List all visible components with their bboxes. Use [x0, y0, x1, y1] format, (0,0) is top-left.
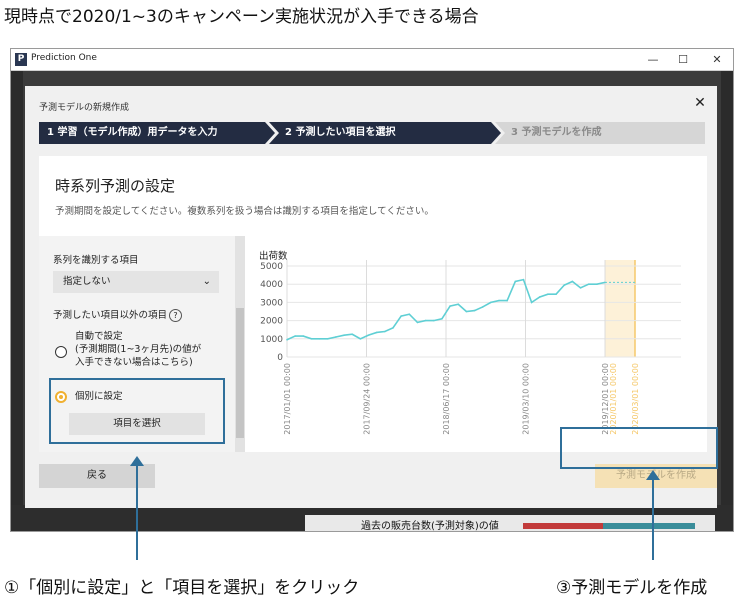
series-point — [465, 310, 468, 313]
step-3-create-model: 3 予測モデルを作成 — [495, 122, 705, 144]
series-id-select-value: 指定しない — [63, 276, 111, 287]
maximize-button[interactable]: ☐ — [671, 51, 695, 68]
dialog-close-icon[interactable]: ✕ — [691, 94, 709, 112]
other-items-label: 予測したい項目以外の項目? — [53, 307, 183, 322]
series-point — [579, 287, 582, 289]
series-point — [498, 299, 500, 302]
background-bottom-text: 過去の販売台数(予測対象)の値 — [361, 521, 499, 532]
y-tick-label: 1000 — [260, 335, 283, 345]
series-point — [530, 301, 533, 304]
y-tick-label: 0 — [277, 353, 283, 363]
series-point — [506, 299, 508, 302]
series-point — [408, 313, 411, 316]
content-panel: 時系列予測の設定 予測期間を設定してください。複数系列を扱う場合は識別する項目を… — [39, 156, 707, 452]
caption-step-1: ①「個別に設定」と「項目を選択」をクリック — [4, 578, 360, 598]
series-point — [343, 334, 345, 336]
series-point — [351, 333, 354, 336]
background-right-panel — [721, 71, 733, 531]
series-point — [326, 338, 329, 340]
arrow-line-left — [136, 464, 138, 560]
section-title: 時系列予測の設定 — [55, 177, 176, 195]
series-id-label: 系列を識別する項目 — [53, 255, 139, 266]
series-point — [514, 280, 517, 283]
series-id-select[interactable]: 指定しない ⌄ — [53, 271, 219, 293]
titlebar: P Prediction One — ☐ ✕ — [11, 49, 733, 71]
series-point — [359, 338, 362, 340]
app-title: Prediction One — [31, 53, 97, 63]
background-red-bar — [523, 523, 603, 529]
arrow-line-right — [652, 478, 654, 560]
highlight-box-create — [560, 427, 718, 469]
chevron-down-icon: ⌄ — [202, 276, 211, 287]
highlight-box-individual — [49, 378, 225, 444]
series-point — [555, 293, 557, 296]
y-tick-label: 2000 — [260, 317, 283, 327]
series-point — [367, 334, 370, 336]
auto-setting-radio[interactable] — [55, 346, 67, 358]
chart-svg: 0 1000 2000 3000 4000 5000 2017/01/01 00:00 201… — [260, 260, 681, 435]
series-point — [449, 305, 451, 307]
x-tick-label: 2019/03/10 00:00 — [522, 363, 531, 435]
help-icon[interactable]: ? — [169, 309, 183, 322]
series-point — [587, 283, 590, 285]
series-point — [481, 306, 484, 308]
caption-step-3: ③予測モデルを作成 — [556, 578, 708, 598]
series-point — [318, 338, 321, 340]
section-description: 予測期間を設定してください。複数系列を扱う場合は識別する項目を指定してください。 — [55, 206, 434, 217]
y-tick-label: 4000 — [260, 280, 283, 290]
series-point — [571, 280, 574, 283]
series-point — [424, 319, 427, 322]
x-tick-label: 2017/01/01 00:00 — [283, 363, 292, 435]
series-point — [522, 278, 525, 281]
series-point — [563, 284, 566, 286]
forecast-band — [605, 260, 635, 357]
series-point — [473, 309, 476, 312]
y-tick-label: 3000 — [260, 298, 283, 308]
minimize-button[interactable]: — — [641, 51, 665, 68]
other-items-label-text: 予測したい項目以外の項目 — [53, 310, 168, 321]
background-left-panel — [11, 71, 23, 531]
series-point — [335, 336, 337, 338]
series-point — [384, 330, 386, 333]
y-tick-label: 5000 — [260, 262, 283, 272]
series-point — [310, 338, 313, 340]
x-tick-label: 2020/03/01 00:00 — [631, 363, 640, 435]
series-point — [302, 335, 305, 337]
step-1-input-data[interactable]: 1 学習（モデル作成）用データを入力 — [39, 122, 275, 144]
series-point — [392, 327, 394, 329]
shipment-chart: 出荷数 0 1000 2000 3000 4000 5000 2017/01/01 00:0… — [245, 236, 707, 452]
series-point — [432, 319, 435, 322]
background-teal-bar — [603, 523, 695, 529]
x-tick-label: 2017/09/24 00:00 — [363, 363, 372, 435]
series-point — [294, 335, 296, 337]
x-tick-label: 2018/06/17 00:00 — [442, 363, 451, 435]
series-point — [400, 315, 402, 317]
series-point — [596, 283, 598, 285]
series-point — [416, 321, 419, 324]
auto-setting-label: 自動で設定 (予測期間(1~3ヶ月先)の値が 入手できない場合はこちら) — [75, 331, 202, 368]
series-point — [457, 303, 460, 306]
series-point — [375, 331, 378, 334]
series-point — [286, 338, 288, 341]
caption-top: 現時点で2020/1~3のキャンペーン実施状況が入手できる場合 — [4, 7, 479, 27]
series-point — [490, 301, 492, 304]
series-point — [441, 317, 443, 320]
app-logo-icon: P — [15, 53, 27, 66]
step-2-select-target[interactable]: 2 予測したい項目を選択 — [269, 122, 501, 144]
x-tick-label: 2020/01/01 00:00 — [609, 363, 618, 435]
settings-scrollbar-thumb[interactable] — [236, 308, 244, 438]
dialog-title: 予測モデルの新規作成 — [39, 103, 130, 113]
window-close-button[interactable]: ✕ — [705, 51, 729, 68]
series-point — [538, 296, 541, 298]
series-point — [547, 293, 549, 296]
